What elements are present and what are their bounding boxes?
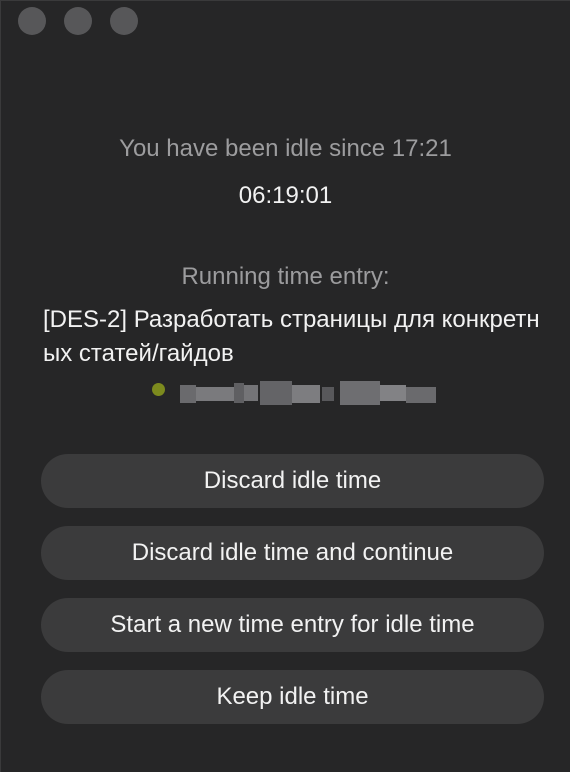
discard-idle-time-button[interactable]: Discard idle time <box>41 454 544 508</box>
running-entry-label: Running time entry: <box>181 263 390 290</box>
keep-idle-time-button[interactable]: Keep idle time <box>41 670 544 724</box>
zoom-window-button[interactable] <box>110 7 138 35</box>
minimize-window-button[interactable] <box>64 7 92 35</box>
close-window-button[interactable] <box>18 7 46 35</box>
idle-duration: 06:19:01 <box>238 182 333 209</box>
running-entry-title: [DES-2] Разработать страницы для конкрет… <box>43 306 540 367</box>
start-new-entry-for-idle-time-button[interactable]: Start a new time entry for idle time <box>41 598 544 652</box>
discard-idle-time-and-continue-button[interactable]: Discard idle time and continue <box>41 526 544 580</box>
title-bar <box>1 1 570 47</box>
project-row <box>152 379 452 405</box>
project-name-redacted <box>180 379 436 407</box>
idle-since-text: You have been idle since 17:21 <box>119 135 452 162</box>
project-color-dot <box>152 383 165 396</box>
idle-dialog-window: You have been idle since 17:21 06:19:01 … <box>0 0 570 772</box>
